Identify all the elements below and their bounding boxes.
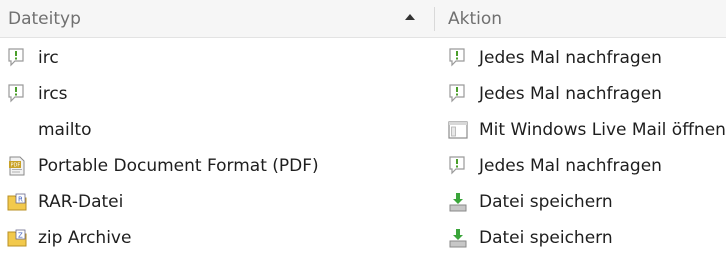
column-divider[interactable] (434, 7, 435, 31)
table-row[interactable]: Portable Document Format (PDF) Jedes Mal… (0, 148, 726, 184)
type-label: mailto (38, 120, 92, 140)
type-label: RAR-Datei (38, 192, 124, 212)
action-label: Jedes Mal nachfragen (479, 84, 662, 104)
action-label: Jedes Mal nachfragen (479, 156, 662, 176)
action-label: Datei speichern (479, 192, 613, 212)
download-save-icon (447, 191, 469, 213)
file-type-action-table: Dateityp Aktion irc Jedes Mal nachfragen… (0, 0, 726, 272)
type-label: Portable Document Format (PDF) (38, 156, 319, 176)
type-cell: RAR-Datei (6, 184, 426, 220)
type-cell: Portable Document Format (PDF) (6, 148, 426, 184)
action-cell[interactable]: Datei speichern (447, 184, 726, 220)
speech-bubble-icon (447, 47, 469, 69)
table-row[interactable]: ircs Jedes Mal nachfragen (0, 76, 726, 112)
speech-bubble-icon (6, 47, 28, 69)
column-header-type-label: Dateityp (8, 8, 81, 29)
action-label: Jedes Mal nachfragen (479, 48, 662, 68)
action-cell[interactable]: Mit Windows Live Mail öffnen (447, 112, 726, 148)
sort-ascending-icon (405, 14, 415, 20)
type-cell: ircs (6, 76, 426, 112)
speech-bubble-icon (447, 155, 469, 177)
column-header-action[interactable]: Aktion (436, 0, 726, 37)
speech-bubble-icon (447, 83, 469, 105)
type-cell: zip Archive (6, 220, 426, 256)
pdf-document-icon (6, 155, 28, 177)
column-header-action-label: Aktion (448, 8, 503, 29)
table-row[interactable]: RAR-Datei Datei speichern (0, 184, 726, 220)
speech-bubble-icon (6, 83, 28, 105)
type-label: zip Archive (38, 228, 132, 248)
download-save-icon (447, 227, 469, 249)
rar-archive-icon (6, 191, 28, 213)
action-cell[interactable]: Datei speichern (447, 220, 726, 256)
action-cell[interactable]: Jedes Mal nachfragen (447, 76, 726, 112)
action-cell[interactable]: Jedes Mal nachfragen (447, 148, 726, 184)
type-cell: irc (6, 40, 426, 76)
type-cell: mailto (6, 112, 426, 148)
table-row[interactable]: mailto Mit Windows Live Mail öffnen (0, 112, 726, 148)
type-label: irc (38, 48, 59, 68)
action-label: Mit Windows Live Mail öffnen (479, 120, 726, 140)
application-window-icon (447, 119, 469, 141)
column-header-type[interactable]: Dateityp (0, 0, 434, 37)
table-row[interactable]: zip Archive Datei speichern (0, 220, 726, 256)
action-label: Datei speichern (479, 228, 613, 248)
table-row[interactable]: irc Jedes Mal nachfragen (0, 40, 726, 76)
type-label: ircs (38, 84, 68, 104)
table-header: Dateityp Aktion (0, 0, 726, 38)
zip-archive-icon (6, 227, 28, 249)
action-cell[interactable]: Jedes Mal nachfragen (447, 40, 726, 76)
